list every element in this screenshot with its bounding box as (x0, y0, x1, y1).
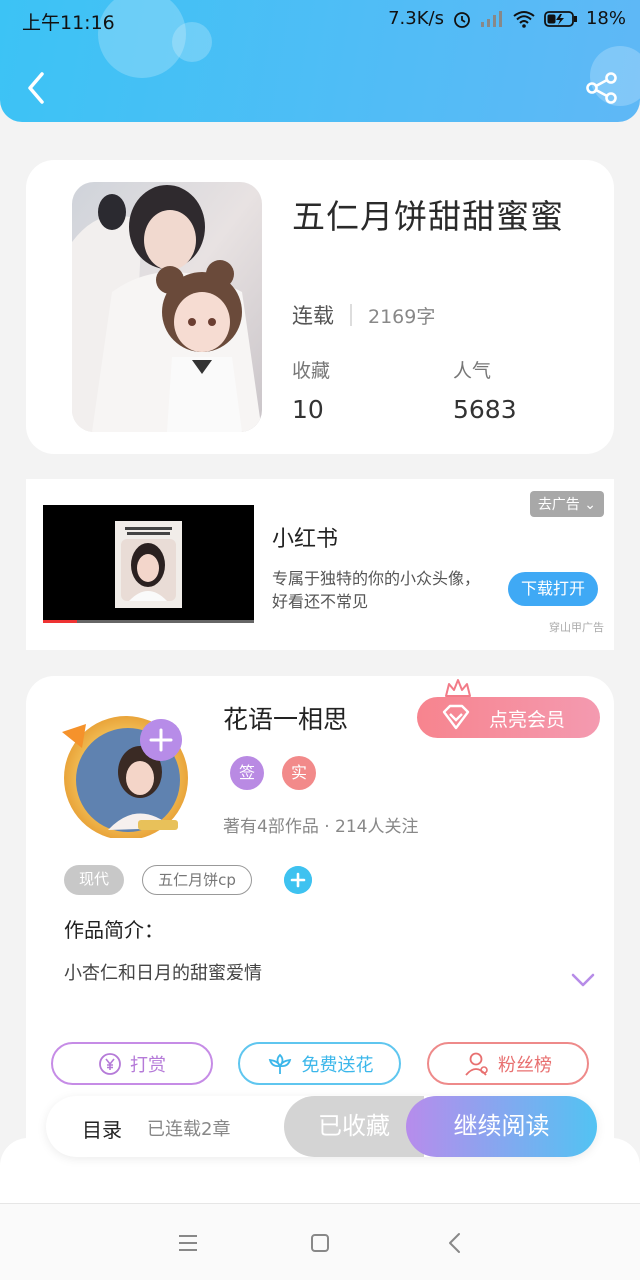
book-title: 五仁月饼甜甜蜜蜜 (292, 197, 564, 236)
status-time: 上午11:16 (22, 12, 115, 34)
alarm-icon (454, 11, 470, 28)
reward-button[interactable]: 打赏 (51, 1042, 213, 1085)
topic-tag[interactable]: 五仁月饼cp (142, 865, 252, 895)
book-info-card: 五仁月饼甜甜蜜蜜 连载 2169字 收藏 10 人气 5683 (26, 160, 614, 454)
divider (350, 304, 352, 326)
signed-badge: 签 (230, 756, 264, 790)
remove-ad-button[interactable]: 去广告 ⌄ (529, 491, 604, 517)
signal-icon (480, 10, 502, 27)
continue-reading-button[interactable]: 继续阅读 (406, 1096, 597, 1157)
reading-action-bar: 目录 已连载2章 已收藏 继续阅读 (46, 1096, 597, 1157)
flower-icon (268, 1053, 291, 1074)
free-flower-label: 免费送花 (301, 1054, 374, 1076)
vip-label: 点亮会员 (489, 709, 566, 731)
reward-label: 打赏 (130, 1054, 166, 1076)
back-icon[interactable] (440, 1228, 470, 1258)
add-tag-button[interactable] (284, 866, 312, 894)
intro-text: 小杏仁和日月的甜蜜爱情 (64, 963, 262, 984)
chevron-down-icon: ⌄ (584, 497, 596, 513)
diamond-icon (442, 704, 470, 730)
toc-button[interactable]: 目录 (82, 1114, 122, 1143)
genre-tag[interactable]: 现代 (64, 865, 124, 895)
battery-level: 18% (585, 8, 626, 29)
expand-chevron-icon[interactable] (570, 972, 596, 988)
battery-icon (544, 10, 577, 27)
book-cover-image[interactable] (72, 182, 262, 432)
author-name[interactable]: 花语一相思 (223, 700, 348, 736)
ad-title: 小红书 (272, 527, 339, 552)
popularity-stat: 人气 5683 (453, 356, 517, 424)
yen-coin-icon (99, 1052, 121, 1075)
user-icon (465, 1052, 488, 1076)
wifi-icon (513, 10, 535, 28)
favorites-label: 收藏 (292, 360, 331, 382)
ad-progress-bar (43, 620, 254, 623)
intro-label: 作品简介： (64, 918, 164, 942)
serial-status: 连载 (292, 304, 334, 328)
popularity-value: 5683 (453, 395, 517, 424)
popularity-label: 人气 (453, 360, 492, 382)
back-button[interactable] (18, 68, 58, 108)
verified-badge: 实 (282, 756, 316, 790)
word-count: 2169字 (368, 305, 436, 328)
fans-rank-label: 粉丝榜 (498, 1054, 552, 1076)
ad-video[interactable] (43, 505, 254, 623)
ad-description: 专属于独特的你的小众头像，好看还不常见 (272, 569, 481, 611)
network-speed: 7.3K/s (388, 8, 444, 29)
status-indicators: 7.3K/s 18% (388, 8, 626, 29)
home-icon[interactable] (305, 1228, 335, 1258)
ad-download-button[interactable]: 下载打开 (508, 572, 598, 606)
status-bar: 上午11:16 7.3K/s 18% (0, 0, 640, 40)
ad-source-label: 穿山甲广告 (549, 621, 604, 634)
chapter-count[interactable]: 已连载2章 (147, 1115, 230, 1141)
share-button[interactable] (584, 70, 620, 106)
ad-thumbnail (115, 521, 182, 608)
collected-button[interactable]: 已收藏 (284, 1096, 424, 1157)
header: 上午11:16 7.3K/s 18% (0, 0, 640, 122)
free-flower-button[interactable]: 免费送花 (238, 1042, 401, 1085)
ad-progress-fill (43, 620, 77, 623)
ad-banner[interactable]: 去广告 ⌄ 小红书 专属于独特的你的小众头像，好看还不常见 下载打开 穿山甲广告 (26, 479, 614, 650)
remove-ad-label: 去广告 (537, 497, 580, 513)
favorites-value: 10 (292, 395, 324, 424)
system-nav-bar (0, 1203, 640, 1280)
activate-vip-button[interactable]: 点亮会员 (417, 697, 600, 738)
fans-rank-button[interactable]: 粉丝榜 (427, 1042, 589, 1085)
author-avatar[interactable] (48, 710, 206, 840)
menu-icon[interactable] (173, 1228, 203, 1258)
favorites-stat: 收藏 10 (292, 356, 330, 424)
follow-author-button[interactable] (140, 719, 182, 761)
book-status-line: 连载 2169字 (292, 300, 435, 330)
author-stats: 著有4部作品 · 214人关注 (223, 817, 419, 837)
